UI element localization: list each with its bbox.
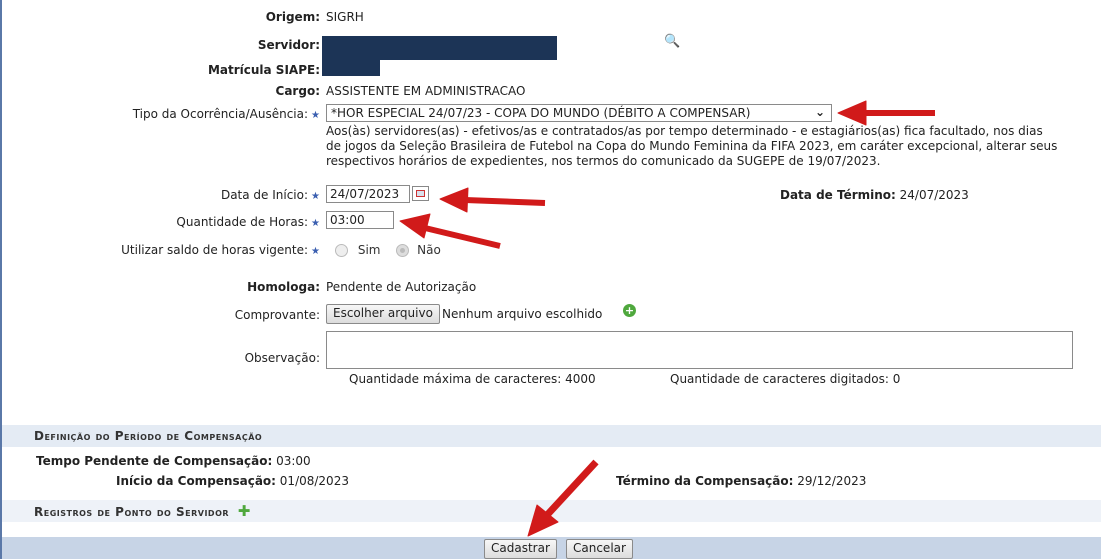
cancelar-button[interactable]: Cancelar	[566, 539, 633, 559]
tipo-selected-value: *HOR ESPECIAL 24/07/23 - COPA DO MUNDO (…	[331, 106, 751, 120]
file-status: Nenhum arquivo escolhido	[442, 307, 603, 321]
typed-chars-text: Quantidade de caracteres digitados: 0	[670, 372, 901, 386]
required-star-icon: ★	[311, 218, 320, 229]
servidor-label: Servidor:	[257, 38, 320, 52]
choose-file-button[interactable]: Escolher arquivo	[326, 304, 440, 324]
saldo-sim-radio[interactable]	[335, 244, 348, 257]
add-registro-icon[interactable]: ✚	[238, 502, 251, 520]
data-termino: Data de Término: 24/07/2023	[780, 188, 969, 202]
termino-compensacao: Término da Compensação: 29/12/2023	[616, 474, 867, 488]
matricula-redacted	[322, 60, 380, 76]
saldo-nao-label: Não	[417, 243, 441, 257]
cargo-label: Cargo:	[275, 84, 320, 98]
tipo-label: Tipo da Ocorrência/Ausência: ★	[132, 107, 320, 121]
max-chars-text: Quantidade máxima de caracteres: 4000	[349, 372, 596, 386]
required-star-icon: ★	[311, 246, 320, 257]
chevron-down-icon: ⌄	[814, 105, 825, 119]
required-star-icon: ★	[311, 191, 320, 202]
description-line: respectivos horários de expedientes, nos…	[326, 154, 881, 168]
compensacao-section-title: Definição do Período de Compensação	[2, 425, 1101, 447]
saldo-nao-radio[interactable]	[396, 244, 410, 257]
saldo-sim-label: Sim	[357, 243, 381, 257]
matricula-label: Matrícula SIAPE:	[207, 63, 320, 77]
tempo-pendente: Tempo Pendente de Compensação: 03:00	[36, 454, 311, 468]
homologa-label: Homologa:	[247, 280, 320, 294]
homologa-value: Pendente de Autorização	[326, 280, 477, 294]
add-file-icon[interactable]: +	[623, 304, 636, 317]
observacao-textarea[interactable]	[326, 331, 1073, 369]
observacao-label: Observação:	[244, 351, 320, 365]
origem-label: Origem:	[265, 10, 320, 24]
calendar-icon[interactable]	[412, 186, 429, 201]
quantidade-horas-input[interactable]: 03:00	[326, 211, 394, 229]
data-inicio-label: Data de Início: ★	[220, 188, 320, 202]
tipo-select[interactable]: *HOR ESPECIAL 24/07/23 - COPA DO MUNDO (…	[326, 104, 832, 122]
data-inicio-input[interactable]: 24/07/2023	[326, 185, 410, 203]
inicio-compensacao: Início da Compensação: 01/08/2023	[116, 474, 349, 488]
quantidade-horas-label: Quantidade de Horas: ★	[176, 215, 320, 229]
description-line: Aos(às) servidores(as) - efetivos/as e c…	[326, 124, 1043, 138]
tipo-description: Aos(às) servidores(as) - efetivos/as e c…	[326, 124, 1096, 169]
cargo-value: ASSISTENTE EM ADMINISTRACAO	[326, 84, 526, 98]
origem-value: SIGRH	[326, 10, 364, 24]
required-star-icon: ★	[311, 110, 320, 121]
registros-section-title: Registros de Ponto do Servidor	[34, 505, 230, 519]
saldo-options: Sim Não	[335, 243, 441, 257]
cadastrar-button[interactable]: Cadastrar	[484, 539, 557, 559]
description-line: de jogos da Seleção Brasileira de Futebo…	[326, 139, 1058, 153]
servidor-redacted	[322, 36, 557, 60]
comprovante-label: Comprovante:	[234, 308, 320, 322]
registros-section: Registros de Ponto do Servidor ✚	[2, 500, 1101, 522]
saldo-label: Utilizar saldo de horas vigente: ★	[121, 243, 320, 257]
search-icon[interactable]: 🔍	[664, 34, 680, 49]
